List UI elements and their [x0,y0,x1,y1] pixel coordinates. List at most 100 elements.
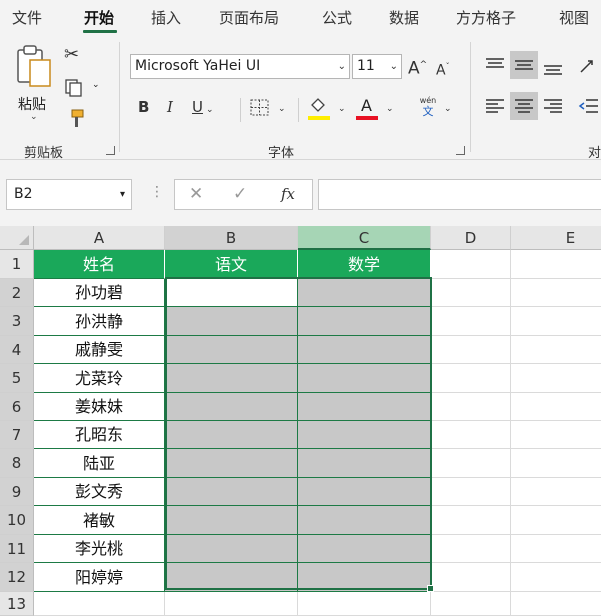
align-left-icon[interactable] [484,96,506,116]
selected-cell[interactable] [298,535,431,563]
column-header-c[interactable]: C [298,226,431,250]
cell[interactable] [511,393,601,421]
cell[interactable] [165,592,298,616]
shrink-font-button[interactable]: Aˇ [436,58,450,80]
cell[interactable] [431,307,511,336]
name-cell[interactable]: 孙功碧 [34,279,165,307]
cell[interactable] [511,592,601,616]
cell[interactable] [511,421,601,449]
row-header-12[interactable]: 12 [0,563,34,592]
selected-cell[interactable] [165,393,298,421]
row-header-4[interactable]: 4 [0,336,34,364]
cell[interactable] [431,393,511,421]
insert-function-button[interactable]: fx [281,185,295,203]
copy-button[interactable]: ⌄ [64,78,104,100]
cancel-icon[interactable]: ✕ [189,184,203,204]
column-header-e[interactable]: E [511,226,601,250]
align-center-button[interactable] [510,92,538,120]
column-header-a[interactable]: A [34,226,165,250]
cell[interactable] [511,250,601,279]
row-header-10[interactable]: 10 [0,506,34,535]
selected-cell[interactable] [298,478,431,506]
cell[interactable] [431,592,511,616]
name-cell[interactable]: 褚敏 [34,506,165,535]
chevron-down-icon[interactable]: ▾ [120,180,125,209]
chevron-down-icon[interactable]: ⌄ [444,100,452,118]
paste-dropdown-icon[interactable]: ⌄ [30,112,38,122]
cell[interactable] [511,478,601,506]
tab-view[interactable]: 视图 [559,7,589,28]
selected-cell[interactable] [298,563,431,592]
selected-cell[interactable] [165,307,298,336]
orientation-icon[interactable] [578,56,600,76]
tab-home[interactable]: 开始 [84,7,114,28]
active-cell[interactable] [165,279,298,307]
selected-cell[interactable] [165,535,298,563]
chevron-down-icon[interactable]: ⌄ [278,100,286,118]
selected-cell[interactable] [165,364,298,393]
row-header-6[interactable]: 6 [0,393,34,421]
formula-bar-grip-icon[interactable]: ⋮ [150,184,164,200]
tab-insert[interactable]: 插入 [151,7,181,28]
row-header-5[interactable]: 5 [0,364,34,393]
name-cell[interactable]: 戚静雯 [34,336,165,364]
tab-data[interactable]: 数据 [389,7,419,28]
name-cell[interactable]: 姜妹妹 [34,393,165,421]
cell[interactable] [511,364,601,393]
name-cell[interactable]: 孙洪静 [34,307,165,336]
italic-button[interactable]: I [167,98,173,116]
column-header-d[interactable]: D [431,226,511,250]
cell[interactable] [431,250,511,279]
selected-cell[interactable] [298,336,431,364]
name-cell[interactable]: 彭文秀 [34,478,165,506]
chevron-down-icon[interactable]: ⌄ [386,100,394,118]
cell[interactable] [511,563,601,592]
align-bottom-icon[interactable] [542,58,564,78]
decrease-indent-icon[interactable] [578,96,600,116]
select-all-corner[interactable] [0,226,34,250]
selected-cell[interactable] [298,421,431,449]
name-cell[interactable]: 李光桃 [34,535,165,563]
cell[interactable] [511,307,601,336]
row-header-8[interactable]: 8 [0,449,34,478]
phonetic-button[interactable]: wén 文 [416,96,440,122]
cut-icon[interactable]: ✂ [64,46,79,64]
selected-cell[interactable] [298,506,431,535]
row-header-9[interactable]: 9 [0,478,34,506]
selected-cell[interactable] [165,478,298,506]
align-right-icon[interactable] [542,96,564,116]
fill-color-button[interactable] [308,96,332,122]
name-cell[interactable]: 尤菜玲 [34,364,165,393]
row-header-7[interactable]: 7 [0,421,34,449]
selected-cell[interactable] [298,449,431,478]
align-top-icon[interactable] [484,56,506,76]
cell[interactable] [431,279,511,307]
row-header-13[interactable]: 13 [0,592,34,616]
cell[interactable] [431,449,511,478]
cell[interactable] [431,478,511,506]
cell[interactable] [511,279,601,307]
selected-cell[interactable] [165,421,298,449]
cell[interactable] [431,535,511,563]
name-cell[interactable]: 阳婷婷 [34,563,165,592]
format-painter-icon[interactable] [64,108,86,130]
cell[interactable] [431,421,511,449]
tab-fangfang[interactable]: 方方格子 [456,7,516,28]
selected-cell[interactable] [298,307,431,336]
paste-button[interactable]: 粘贴 ⌄ [8,42,58,124]
cell[interactable] [511,535,601,563]
cell[interactable] [511,336,601,364]
cell[interactable] [34,592,165,616]
selected-cell[interactable] [298,364,431,393]
selected-cell[interactable] [165,506,298,535]
cell[interactable] [511,506,601,535]
row-header-2[interactable]: 2 [0,279,34,307]
selected-cell[interactable] [165,336,298,364]
name-box[interactable]: B2 ▾ [6,179,132,210]
header-cell[interactable]: 数学 [298,250,431,279]
row-header-1[interactable]: 1 [0,250,34,279]
cell[interactable] [298,592,431,616]
confirm-icon[interactable]: ✓ [233,184,247,204]
header-cell[interactable]: 语文 [165,250,298,279]
row-header-3[interactable]: 3 [0,307,34,336]
